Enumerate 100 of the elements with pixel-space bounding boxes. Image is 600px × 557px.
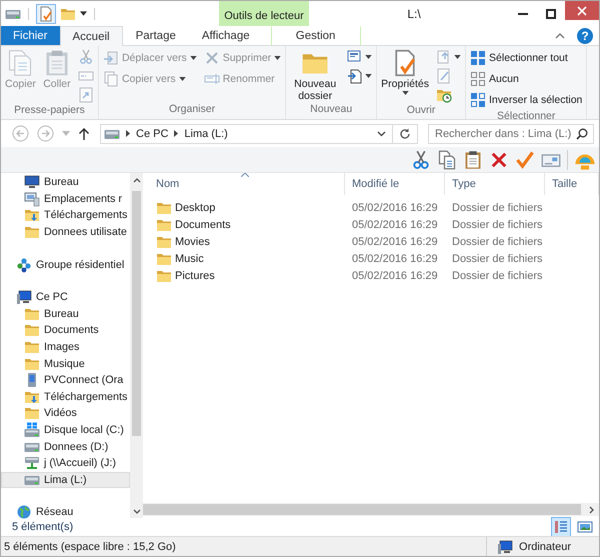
address-bar[interactable]: Ce PC Lima (L:) xyxy=(100,124,418,144)
sidebar-item[interactable]: Emplacements r xyxy=(1,190,130,208)
up-arrow-icon xyxy=(78,127,90,140)
invert-selection-icon xyxy=(470,92,486,108)
file-type: Dossier de fichiers xyxy=(452,236,542,248)
group-label: Ouvrir xyxy=(406,103,436,118)
context-tab-header: Outils de lecteur xyxy=(219,1,309,26)
up-button[interactable] xyxy=(76,127,92,140)
sidebar-item[interactable]: Groupe résidentiel xyxy=(1,256,130,273)
sidebar-item[interactable]: Bureau xyxy=(1,174,130,191)
sidebar-item[interactable]: Musique xyxy=(1,355,130,372)
cross-icon[interactable] xyxy=(489,150,509,170)
group-label: Organiser xyxy=(168,102,216,117)
modified-date: 05/02/2016 16:29 xyxy=(352,202,438,214)
download-folder-icon xyxy=(24,207,40,224)
shortcut-icon xyxy=(78,86,94,102)
modified-date: 05/02/2016 16:29 xyxy=(352,270,438,282)
sidebar-item[interactable]: Réseau xyxy=(1,504,130,521)
caret-icon[interactable] xyxy=(80,11,87,16)
sidebar-item[interactable]: Bureau xyxy=(1,306,130,322)
file-type: Dossier de fichiers xyxy=(452,270,542,282)
ribbon-tab[interactable]: Gestion xyxy=(270,26,361,45)
sidebar-item[interactable]: PVConnect (Ora xyxy=(1,372,130,389)
collapse-ribbon-icon[interactable] xyxy=(555,32,565,38)
drive-icon xyxy=(24,422,40,438)
group-label: Nouveau xyxy=(309,102,354,117)
scrollbar-thumb[interactable] xyxy=(143,504,581,515)
refresh-icon[interactable] xyxy=(399,128,411,140)
ribbon-tab[interactable]: Accueil xyxy=(60,26,123,46)
sidebar-item[interactable]: Donnees (D:) xyxy=(1,438,130,455)
details-view-icon xyxy=(553,519,569,535)
checkmark-icon[interactable] xyxy=(515,150,535,170)
folder-icon xyxy=(156,200,172,216)
file-name[interactable]: Movies xyxy=(175,236,210,248)
select-all-icon xyxy=(470,50,486,66)
column-header[interactable]: Taille xyxy=(545,173,599,195)
folder-icon xyxy=(24,322,40,338)
sidebar-item[interactable]: Documents xyxy=(1,322,130,339)
sidebar-item[interactable]: Téléchargements xyxy=(1,388,130,406)
sidebar-item[interactable]: Disque local (C:) xyxy=(1,422,130,438)
move-icon xyxy=(102,50,119,66)
sidebar-item[interactable]: Ce PC xyxy=(1,288,130,306)
chevron-up-icon[interactable] xyxy=(132,178,140,183)
properties-icon xyxy=(38,6,54,22)
folder-icon xyxy=(24,224,40,240)
window-title: L:\ xyxy=(407,6,421,20)
sidebar-item[interactable]: Donnees utilisate xyxy=(1,224,130,240)
clipboard-icon[interactable] xyxy=(463,150,483,170)
breadcrumb[interactable]: Lima (L:) xyxy=(184,128,228,140)
folder-icon xyxy=(24,405,40,422)
scrollbar-thumb[interactable] xyxy=(132,191,141,436)
copy-icon[interactable] xyxy=(437,150,457,170)
chevron-right-icon[interactable] xyxy=(589,506,594,514)
sidebar-item[interactable]: Vidéos xyxy=(1,405,130,422)
group-label: Sélectionner xyxy=(496,109,556,124)
ribbon-tab[interactable]: Partage xyxy=(122,26,189,45)
folder-icon xyxy=(156,217,172,234)
scissors-icon[interactable] xyxy=(411,150,431,170)
breadcrumb[interactable]: Ce PC xyxy=(136,128,168,140)
ribbon-button[interactable]: Nouveau dossier xyxy=(288,48,342,102)
ribbon-button[interactable]: Aucun xyxy=(468,69,584,88)
file-name[interactable]: Music xyxy=(175,252,204,265)
ribbon-icon-button[interactable] xyxy=(345,67,374,84)
help-button[interactable]: ? xyxy=(577,28,593,44)
file-name[interactable]: Documents xyxy=(175,219,231,232)
minimize-icon xyxy=(518,12,528,14)
status-location: Ordinateur xyxy=(519,540,571,552)
file-type: Dossier de fichiers xyxy=(452,219,542,232)
globe-icon xyxy=(16,504,32,520)
ribbon-button[interactable]: Sélectionner tout xyxy=(468,48,584,67)
modified-date: 05/02/2016 16:29 xyxy=(352,219,438,232)
file-type: Dossier de fichiers xyxy=(452,202,542,214)
network-drive-icon xyxy=(24,455,40,472)
file-type: Dossier de fichiers xyxy=(452,252,542,265)
view-button[interactable] xyxy=(551,517,571,537)
caret-icon xyxy=(62,131,70,136)
close-button[interactable] xyxy=(565,1,599,20)
sidebar-item[interactable]: Téléchargements xyxy=(1,207,130,224)
folder-icon xyxy=(24,339,40,356)
properties-button[interactable] xyxy=(36,4,56,24)
column-header[interactable]: Modifié le xyxy=(345,173,445,195)
sidebar-item[interactable]: j (\\Accueil) (J:) xyxy=(1,454,130,472)
ribbon-button[interactable]: Inverser la sélection xyxy=(468,90,584,109)
search-field[interactable]: Rechercher dans : Lima (L:) xyxy=(428,124,594,144)
chevron-down-icon[interactable] xyxy=(377,130,386,136)
file-name[interactable]: Desktop xyxy=(175,202,216,214)
ribbon-button[interactable]: Propriétés xyxy=(379,48,432,95)
search-icon xyxy=(576,128,588,140)
column-header[interactable]: Nom xyxy=(149,173,345,195)
chevron-right-icon xyxy=(126,130,130,137)
ribbon-tab[interactable]: Fichier xyxy=(1,26,60,45)
ribbon-tab[interactable]: Affichage xyxy=(188,26,263,45)
file-name[interactable]: Pictures xyxy=(175,270,215,282)
sidebar-item[interactable]: Lima (L:) xyxy=(1,472,130,488)
column-header[interactable]: Type xyxy=(445,173,545,195)
sidebar-item[interactable]: Images xyxy=(1,338,130,356)
computer-icon xyxy=(497,538,514,554)
chevron-down-icon[interactable] xyxy=(132,509,140,514)
status-text: 5 éléments (espace libre : 15,2 Go) xyxy=(4,540,176,552)
cross-icon xyxy=(204,50,220,66)
